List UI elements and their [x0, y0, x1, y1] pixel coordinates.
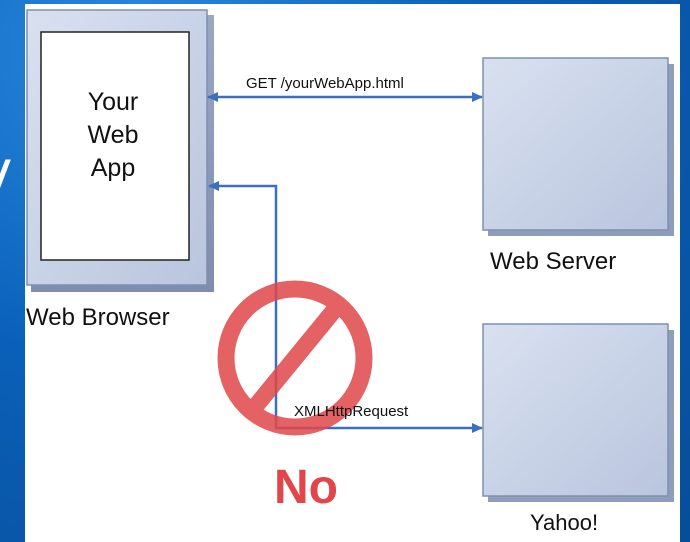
get-request-label: GET /yourWebApp.html: [246, 75, 404, 92]
no-label: No: [274, 461, 338, 514]
web-server-box: [482, 57, 674, 236]
web-browser-label: Web Browser: [26, 304, 170, 331]
web-app-label: Your Web App: [87, 88, 139, 182]
yahoo-label: Yahoo!: [530, 510, 599, 535]
web-server-label: Web Server: [490, 248, 617, 275]
yahoo-server-box: [482, 323, 674, 502]
xhr-request-label: XMLHttpRequest: [294, 403, 409, 420]
